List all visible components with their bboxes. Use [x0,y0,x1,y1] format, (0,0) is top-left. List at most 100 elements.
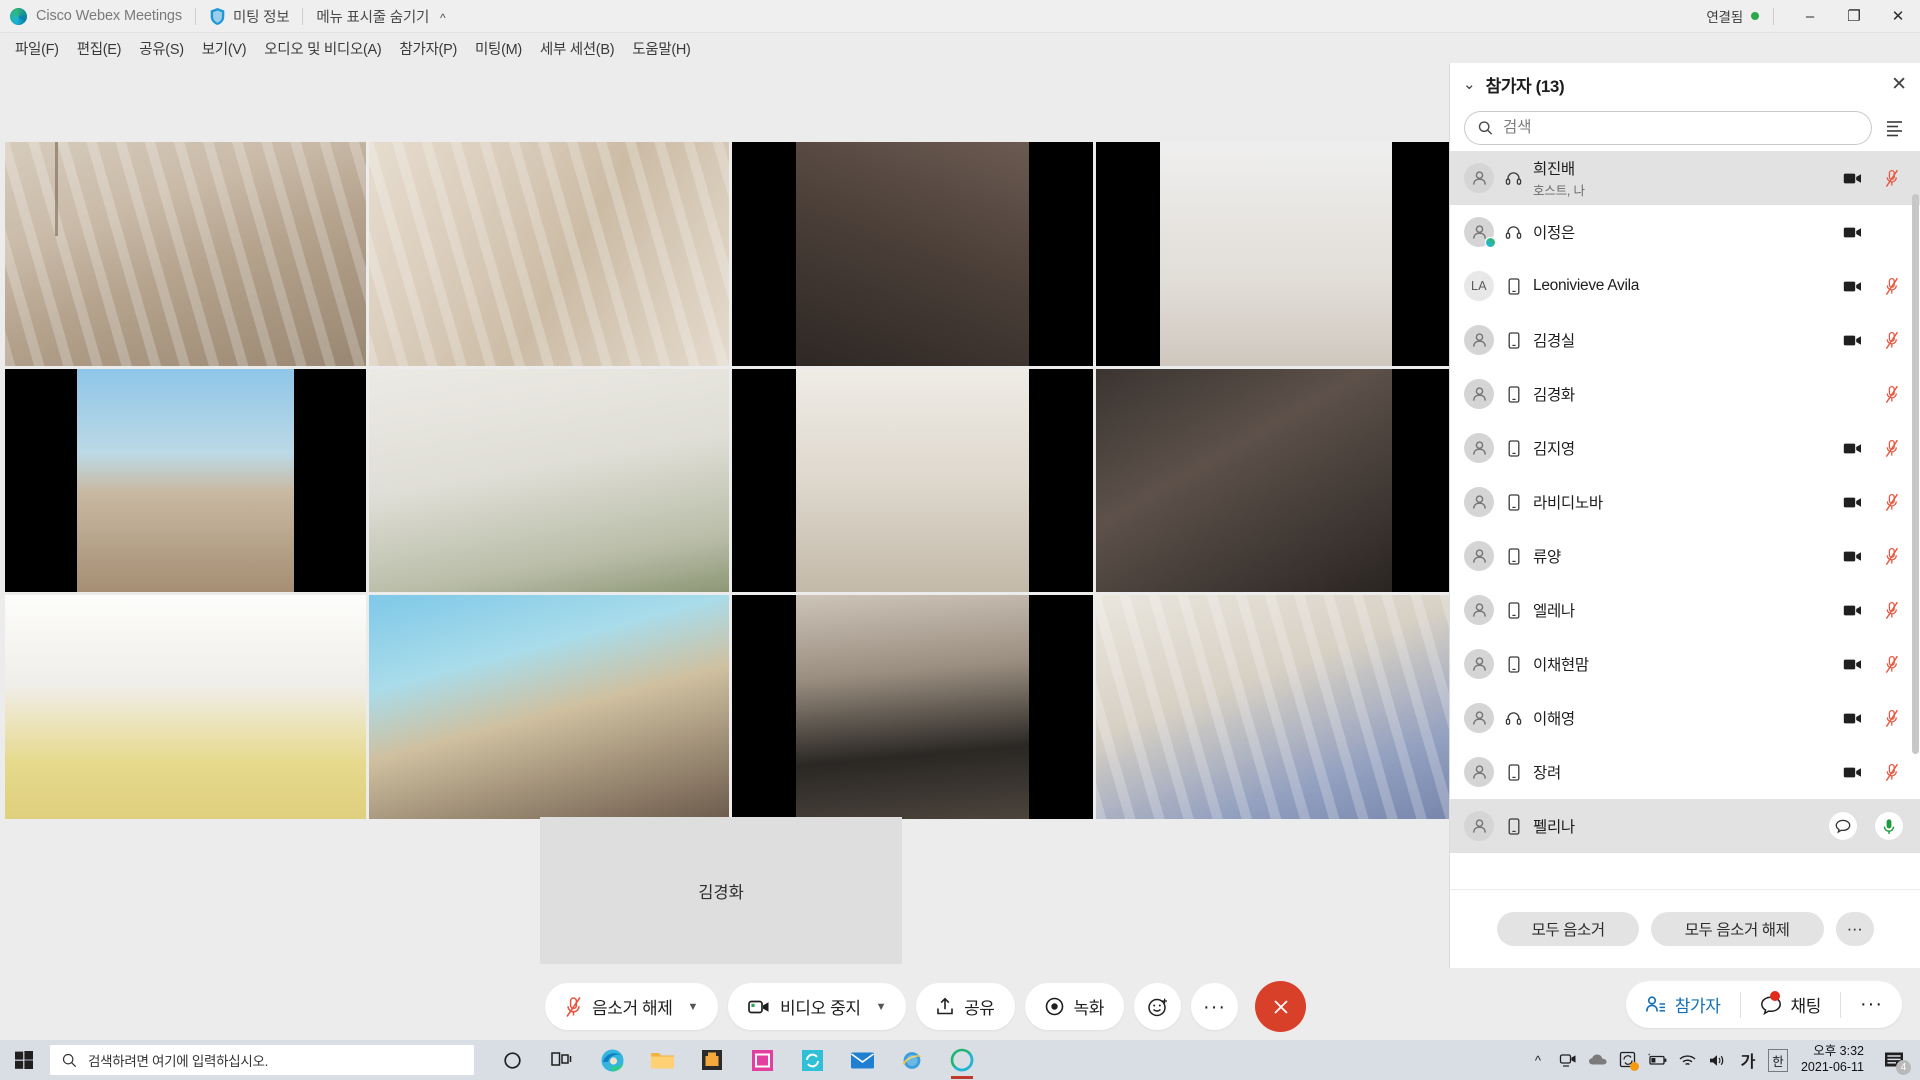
reactions-button[interactable] [1134,983,1182,1030]
panel-close-button[interactable]: ✕ [1891,75,1907,94]
tray-volume-icon[interactable] [1703,1040,1733,1080]
search-input[interactable] [1502,119,1858,137]
participant-mic-status[interactable] [1881,763,1903,782]
participant-video-status[interactable] [1841,280,1863,293]
participant-video-status[interactable] [1841,226,1863,239]
share-button[interactable]: 공유 [916,983,1015,1030]
menu-item-share[interactable]: 공유(S) [130,35,193,62]
ime-char-mode[interactable]: 가 [1733,1040,1763,1080]
start-button[interactable] [0,1040,48,1080]
panel-more-button[interactable]: ··· [1841,981,1902,1028]
participants-panel-button[interactable]: 참가자 [1626,981,1740,1028]
panel-scrollbar[interactable] [1912,194,1919,874]
video-tile[interactable] [732,142,1093,366]
participant-row[interactable]: LA Leonivieve Avila [1450,259,1920,313]
scrollbar-thumb[interactable] [1912,194,1919,754]
panel-footer-more-button[interactable]: ··· [1835,912,1874,946]
participant-row[interactable]: 김지영 [1450,421,1920,475]
record-button[interactable]: 녹화 [1024,983,1125,1030]
participant-row[interactable]: 라비디노바 [1450,475,1920,529]
video-player-icon[interactable] [742,1040,782,1080]
chevron-down-icon[interactable]: ⌄ [1463,75,1476,93]
participant-video-status[interactable] [1841,550,1863,563]
participant-mic-status[interactable] [1875,812,1903,840]
search-box[interactable] [1464,111,1872,145]
tray-webcam-icon[interactable] [1553,1040,1583,1080]
participant-mic-status[interactable] [1881,439,1903,458]
video-tile[interactable] [368,142,729,366]
meeting-info-button[interactable]: 미팅 정보 [233,6,290,27]
mail-icon[interactable] [842,1040,882,1080]
menu-item-help[interactable]: 도움말(H) [623,35,699,62]
video-tile[interactable] [5,595,366,819]
participant-row[interactable]: 김경화 [1450,367,1920,421]
close-window-button[interactable]: ✕ [1876,0,1920,33]
tray-onedrive-icon[interactable] [1583,1040,1613,1080]
participant-video-status[interactable] [1841,334,1863,347]
edge-browser-icon[interactable] [592,1040,632,1080]
mute-all-button[interactable]: 모두 음소거 [1497,912,1639,946]
minimize-button[interactable]: – [1788,0,1832,33]
participant-chat-button[interactable] [1829,812,1857,840]
more-options-button[interactable]: ··· [1191,983,1239,1030]
menu-item-meeting[interactable]: 미팅(M) [466,35,531,62]
menu-item-edit[interactable]: 편집(E) [68,35,131,62]
participant-video-status[interactable] [1841,172,1863,185]
participant-video-status[interactable] [1841,766,1863,779]
store-icon[interactable] [692,1040,732,1080]
task-view-icon[interactable] [542,1040,582,1080]
menu-item-audio-video[interactable]: 오디오 및 비디오(A) [255,35,390,62]
participant-mic-status[interactable] [1881,493,1903,512]
participant-row[interactable]: 이정은 [1450,205,1920,259]
participant-mic-status[interactable] [1881,547,1903,566]
video-tile[interactable] [1095,595,1456,819]
tray-battery-icon[interactable] [1643,1040,1673,1080]
sync-app-icon[interactable] [792,1040,832,1080]
sort-list-icon[interactable] [1884,117,1906,139]
webex-taskbar-icon[interactable] [942,1040,982,1080]
menu-item-file[interactable]: 파일(F) [6,35,68,62]
taskbar-search-box[interactable]: 검색하려면 여기에 입력하십시오. [50,1045,474,1075]
taskbar-clock[interactable]: 오후 3:32 2021-06-11 [1793,1044,1876,1075]
participant-video-status[interactable] [1841,496,1863,509]
participant-row[interactable]: 이해영 [1450,691,1920,745]
participant-row[interactable]: 류양 [1450,529,1920,583]
chat-panel-button[interactable]: 채팅 [1741,981,1840,1028]
video-tile[interactable] [732,368,1093,592]
participant-video-status[interactable] [1841,442,1863,455]
participant-mic-status[interactable] [1881,277,1903,296]
participant-row[interactable]: 장려 [1450,745,1920,799]
participant-list[interactable]: 희진배 호스트, 나 이정은 LA Leonivieve Avila 김경실 김경화 김지영 라… [1450,151,1920,879]
participant-mic-status[interactable] [1881,331,1903,350]
action-center-button[interactable]: 4 [1876,1040,1914,1080]
chevron-down-icon[interactable]: ▼ [688,1001,699,1013]
video-tile[interactable] [5,368,366,592]
maximize-button[interactable]: ❐ [1832,0,1876,33]
tray-sync-icon[interactable] [1613,1040,1643,1080]
tray-expand-icon[interactable]: ^ [1523,1040,1553,1080]
participant-row[interactable]: 엘레나 [1450,583,1920,637]
menu-item-view[interactable]: 보기(V) [193,35,256,62]
video-tile[interactable] [1095,368,1456,592]
participant-mic-status[interactable] [1881,601,1903,620]
participant-video-status[interactable] [1841,658,1863,671]
hide-menubar-button[interactable]: 메뉴 표시줄 숨기기 ^ [316,6,445,27]
video-tile[interactable] [5,142,366,366]
mute-button[interactable]: 음소거 해제 ▼ [545,983,719,1030]
file-explorer-icon[interactable] [642,1040,682,1080]
participant-video-status[interactable] [1841,604,1863,617]
chevron-down-icon[interactable]: ▼ [876,1001,887,1013]
active-speaker-card[interactable]: 김경화 [540,817,902,964]
menu-item-breakout[interactable]: 세부 세션(B) [531,35,623,62]
menu-item-participant[interactable]: 참가자(P) [390,35,466,62]
participant-mic-status[interactable] [1881,709,1903,728]
participant-mic-status[interactable] [1881,169,1903,188]
participant-mic-status[interactable] [1881,655,1903,674]
ime-language-indicator[interactable]: 한 [1763,1040,1793,1080]
participant-video-status[interactable] [1841,712,1863,725]
participant-mic-status[interactable] [1881,385,1903,404]
participant-row[interactable]: 이채현맘 [1450,637,1920,691]
internet-explorer-icon[interactable] [892,1040,932,1080]
participant-row[interactable]: 김경실 [1450,313,1920,367]
participant-row[interactable]: 펠리나 [1450,799,1920,853]
